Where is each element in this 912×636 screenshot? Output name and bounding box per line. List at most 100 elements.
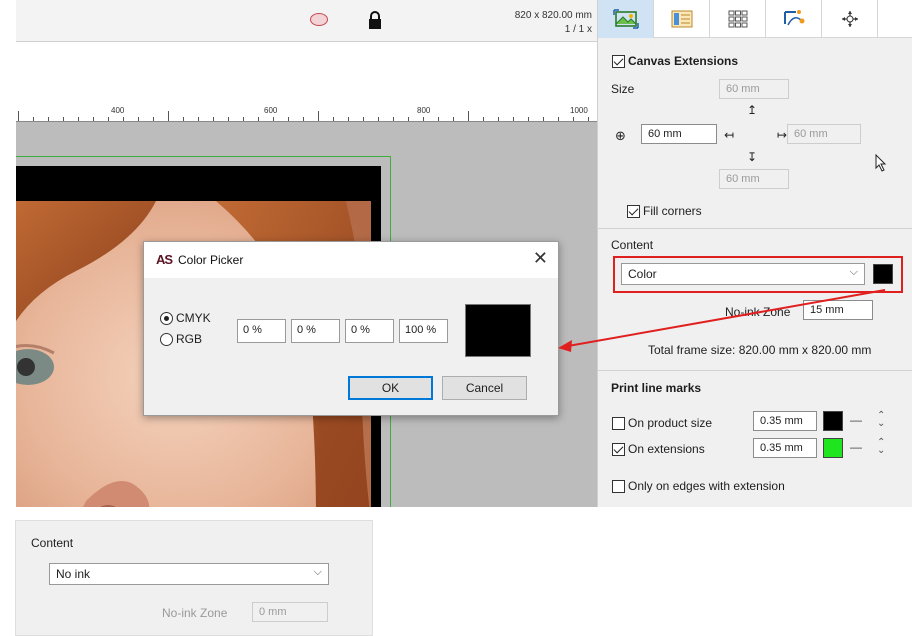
ruler-tick (423, 117, 424, 121)
rgb-radio[interactable]: RGB (160, 332, 202, 346)
line-style-icon[interactable]: — (850, 440, 862, 454)
content-label: Content (611, 238, 654, 252)
crosshair-tab-icon (841, 11, 858, 27)
layout-tab-icon (671, 10, 692, 28)
rgb-label: RGB (176, 332, 203, 346)
extension-line-width-field[interactable]: 0.35 mm (753, 438, 817, 458)
ruler-tick (318, 111, 319, 121)
extension-left-field[interactable]: 60 mm (641, 124, 717, 144)
inset-no-ink-zone-label: No-ink Zone (162, 606, 228, 620)
ruler-tick (33, 117, 34, 121)
cancel-button[interactable]: Cancel (442, 376, 527, 400)
image-tab-icon (612, 9, 639, 29)
canvas-extensions-title: Canvas Extensions (628, 54, 739, 68)
app-logo-icon: AS (156, 252, 173, 267)
fill-corners-checkbox[interactable]: Fill corners (627, 204, 702, 218)
ruler-tick (243, 117, 244, 121)
extension-bottom-field[interactable]: 60 mm (719, 169, 789, 189)
annotation-highlight-box (613, 256, 903, 293)
fill-corners-label: Fill corners (643, 204, 702, 218)
ruler-tick (468, 111, 469, 121)
cyan-field[interactable]: 0 % (237, 319, 286, 343)
ruler-tick (168, 111, 169, 121)
ruler-tick (108, 117, 109, 121)
ruler-tick (408, 117, 409, 121)
on-extensions-checkbox[interactable]: On extensions (612, 442, 705, 456)
inset-no-ink-zone-field[interactable]: 0 mm (252, 602, 328, 622)
extension-right-field[interactable]: 60 mm (787, 124, 861, 144)
checkbox-checked-icon[interactable] (612, 442, 625, 456)
ruler-tick (123, 117, 124, 121)
checkbox-unchecked-icon[interactable] (612, 416, 625, 430)
canvas-margin (16, 42, 597, 104)
line-style-icon[interactable]: — (850, 413, 862, 427)
ellipse-icon[interactable] (310, 13, 328, 26)
ruler-tick (588, 117, 589, 121)
ruler-tick (348, 117, 349, 121)
no-ink-zone-field[interactable]: 15 mm (803, 300, 873, 320)
ruler-tick (153, 117, 154, 121)
path-tab-icon (783, 10, 804, 26)
cmyk-radio[interactable]: CMYK (160, 311, 211, 325)
arrow-right-icon: ↦ (777, 128, 788, 142)
product-line-color-swatch[interactable] (823, 411, 843, 431)
tab-image[interactable] (598, 0, 654, 38)
ruler-tick (48, 117, 49, 121)
ruler-tick (558, 117, 559, 121)
ruler-tick (483, 117, 484, 121)
stepper-icon[interactable]: ⌃ ⌄ (877, 411, 885, 429)
extension-top-field[interactable]: 60 mm (719, 79, 789, 99)
ruler-tick (183, 117, 184, 121)
inset-content-select[interactable]: No ink ⌵ (49, 563, 329, 585)
tab-path[interactable] (766, 0, 822, 38)
close-icon[interactable]: ✕ (533, 248, 548, 269)
black-field[interactable]: 100 % (399, 319, 448, 343)
size-label: Size (611, 82, 635, 96)
canvas-extensions-checkbox[interactable]: Canvas Extensions (612, 54, 738, 68)
dialog-titlebar[interactable]: AS Color Picker ✕ (144, 242, 558, 278)
ruler-tick (513, 117, 514, 121)
checkbox-unchecked-icon[interactable] (612, 479, 625, 493)
tab-crosshair[interactable] (822, 0, 878, 38)
ruler-tick (93, 117, 94, 121)
on-product-size-checkbox[interactable]: On product size (612, 416, 712, 430)
checkbox-checked-icon[interactable] (612, 54, 625, 68)
ruler-tick (138, 117, 139, 121)
radio-selected-icon[interactable] (160, 311, 173, 325)
lock-icon[interactable] (368, 10, 382, 30)
ruler-tick (393, 117, 394, 121)
inset-content-label: Content (31, 536, 74, 550)
content-no-ink-inset: Content No ink ⌵ No-ink Zone 0 mm (15, 520, 373, 636)
checkbox-checked-icon[interactable] (627, 204, 640, 218)
ruler-label: 1000 (570, 106, 588, 115)
ruler-tick (363, 117, 364, 121)
only-on-edges-checkbox[interactable]: Only on edges with extension (612, 479, 785, 493)
section-divider (598, 228, 912, 229)
link-chain-icon[interactable]: ⊕ (615, 128, 626, 144)
ok-button[interactable]: OK (348, 376, 433, 400)
tab-grid[interactable] (710, 0, 766, 38)
radio-unselected-icon[interactable] (160, 332, 173, 346)
grid-tab-icon (728, 10, 747, 28)
arrow-left-icon: ↤ (724, 128, 735, 142)
chevron-down-icon: ⌵ (313, 566, 322, 578)
product-line-width-field[interactable]: 0.35 mm (753, 411, 817, 431)
ruler-label: 600 (264, 106, 278, 115)
ruler-tick (543, 117, 544, 121)
tab-layout[interactable] (654, 0, 710, 38)
ruler-tick (378, 117, 379, 121)
mouse-cursor-icon (875, 154, 887, 172)
stepper-icon[interactable]: ⌃ ⌄ (877, 438, 885, 456)
inset-select-value: No ink (56, 567, 91, 581)
cmyk-label: CMYK (176, 311, 211, 325)
properties-panel: Canvas Extensions Size 60 mm ↥ ⊕ 60 mm ↤… (597, 0, 912, 507)
document-size: 820 x 820.00 mm (514, 10, 592, 21)
extension-line-color-swatch[interactable] (823, 438, 843, 458)
ruler-tick (198, 117, 199, 121)
ruler-tick (273, 117, 274, 121)
yellow-field[interactable]: 0 % (345, 319, 394, 343)
magenta-field[interactable]: 0 % (291, 319, 340, 343)
only-on-edges-label: Only on edges with extension (628, 479, 785, 493)
top-toolbar: 820 x 820.00 mm 1 / 1 x (16, 0, 597, 42)
section-divider (598, 370, 912, 371)
